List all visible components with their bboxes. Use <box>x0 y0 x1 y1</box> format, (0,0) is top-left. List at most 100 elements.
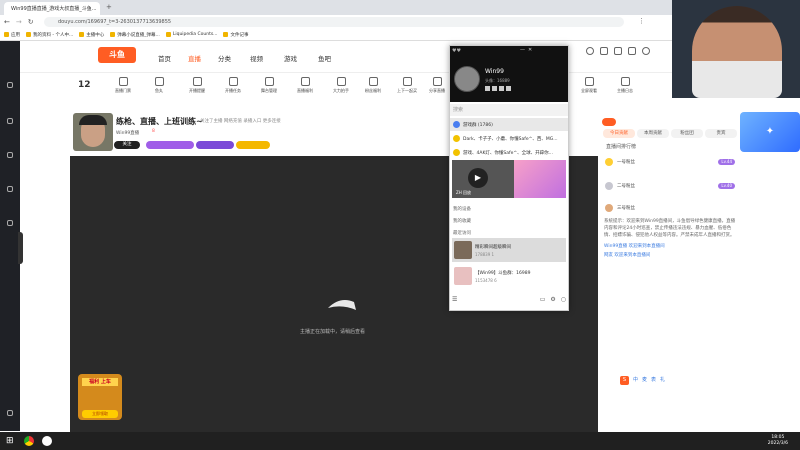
tab-vip[interactable]: 贵宾 <box>705 129 737 138</box>
bookmark-item[interactable]: 我的资料 - 个人中... <box>26 32 73 38</box>
rank-item[interactable]: 一号粉丝 Lv.44 <box>605 156 735 168</box>
close-icon[interactable]: ✕ <box>528 47 532 53</box>
app-icon[interactable] <box>506 86 511 91</box>
streamer-name[interactable]: Win99直播 <box>116 130 139 136</box>
settings-icon[interactable]: ⚙ <box>550 296 555 303</box>
menu-icon[interactable]: ☰ <box>452 296 457 303</box>
star-icon <box>7 118 13 124</box>
qq-list-item[interactable]: Dark、卡子子、小蘑、你懂Safe^、西、MG... <box>450 132 568 145</box>
url-input[interactable]: douyu.com/169697_t=3-2630137713639855 <box>44 17 624 27</box>
chrome-icon[interactable] <box>23 436 34 446</box>
reload-icon[interactable]: ↻ <box>28 18 34 26</box>
tool-7[interactable]: 直播福利 <box>294 77 316 94</box>
qq-recent-item[interactable]: 【Win99】斗鱼群：16989 1153478 6 <box>452 264 566 288</box>
vip-badge-button[interactable] <box>236 141 270 149</box>
tool-9[interactable]: 粉丝福利 <box>362 77 384 94</box>
message-icon[interactable] <box>614 47 622 55</box>
mic-icon[interactable]: 麦 <box>642 376 647 385</box>
play-icon[interactable]: ▶ <box>468 168 488 188</box>
nav-live[interactable]: 直播 <box>188 53 201 63</box>
nav-game[interactable]: 游戏 <box>284 53 297 63</box>
tool-5[interactable]: 开播任务 <box>222 77 244 94</box>
qq-status-icons <box>485 86 511 91</box>
emoji-icon[interactable]: 表 <box>651 376 656 385</box>
new-tab-icon[interactable]: + <box>106 3 112 11</box>
browser-tab-active[interactable]: Win99直播直播_游戏大叔直播_斗鱼...✕ <box>4 2 100 15</box>
history-icon[interactable] <box>586 47 594 55</box>
bookmark-item[interactable]: 主播中心 <box>79 32 104 38</box>
bookmark-apps[interactable]: 应用 <box>4 32 20 38</box>
app-icon[interactable] <box>492 86 497 91</box>
tool-6[interactable]: 舞台管理 <box>258 77 280 94</box>
tab-today[interactable]: 今日贡献 <box>603 129 635 138</box>
app-icon[interactable] <box>41 436 52 446</box>
sidebar-item-game[interactable] <box>2 179 18 199</box>
qq-list-item[interactable]: 游戏、4AK灯、你懂Safe^、全球、开辟你... <box>450 146 568 159</box>
promo-card[interactable]: 福利 上车 立即领取 <box>78 374 122 420</box>
bulb-icon[interactable] <box>642 47 650 55</box>
app-icon[interactable] <box>499 86 504 91</box>
qq-video-preview[interactable]: ▶ ZH 回放 <box>452 160 566 198</box>
live-badge-button[interactable] <box>196 141 234 149</box>
sidebar-item-video[interactable] <box>2 145 18 165</box>
app-icon[interactable] <box>485 86 490 91</box>
crown-icon <box>605 182 613 190</box>
chat-message: Win99直播 欢迎来到本直播间 <box>604 244 665 249</box>
qq-recent-item[interactable]: 精彩瞬间超级瞬间 178839 1 <box>452 238 566 262</box>
bookmark-item[interactable]: Liquipedia Counts... <box>165 32 217 37</box>
rank-title: 直播间排行榜 <box>606 144 637 150</box>
tool-11[interactable]: 分享直播 <box>426 77 448 94</box>
nav-category[interactable]: 分类 <box>218 53 231 63</box>
event-banner[interactable]: ✦ <box>740 112 800 152</box>
tool-2[interactable]: 直播门票 <box>112 77 134 94</box>
rank-item[interactable]: 三号粉丝 <box>605 202 735 214</box>
sidebar-collapse-handle[interactable] <box>18 232 23 264</box>
apps-icon <box>4 32 9 37</box>
tool-8[interactable]: 大力拍手 <box>330 77 352 94</box>
follow-icon[interactable] <box>600 47 608 55</box>
nav-video[interactable]: 视频 <box>250 53 263 63</box>
rank-item[interactable]: 二号粉丝 Lv.40 <box>605 180 735 192</box>
tool-3[interactable]: 鱼丸 <box>148 77 170 94</box>
tab-week[interactable]: 本周贡献 <box>637 129 669 138</box>
follow-button[interactable]: 关注 <box>114 141 140 149</box>
sidebar-item-match[interactable] <box>2 213 18 233</box>
douyu-logo[interactable]: 斗鱼 <box>98 47 136 63</box>
gift-badge-button[interactable] <box>146 141 194 149</box>
streamer-avatar[interactable] <box>73 113 113 151</box>
search-icon[interactable]: ○ <box>561 296 566 303</box>
tool-4[interactable]: 开播提醒 <box>186 77 208 94</box>
taskbar-clock[interactable]: 18:05 2022/3/6 <box>768 435 788 447</box>
tool-12[interactable]: 全屏观看 <box>578 77 600 94</box>
sogou-icon[interactable]: S <box>620 376 629 385</box>
sidebar-item-app[interactable] <box>2 403 18 423</box>
forward-icon[interactable]: → <box>16 18 22 26</box>
chat-list: 系统提示：欢迎来到Win99直播间，斗鱼倡导绿色健康直播，直播内容和评论24小时… <box>604 218 738 259</box>
qq-avatar[interactable] <box>454 66 480 92</box>
windows-start-icon[interactable]: ⊞ <box>6 436 14 446</box>
qq-list-item[interactable]: 游戏群 (1786) <box>450 118 568 131</box>
tab-label: Win99直播直播_游戏大叔直播_斗鱼... <box>11 6 97 12</box>
crown-icon <box>605 158 613 166</box>
tool-10[interactable]: 上下一起买 <box>396 77 418 94</box>
ime-icon[interactable]: 中 <box>633 376 638 385</box>
bookmark-item[interactable]: 弹幕小说直播_弹幕... <box>110 32 160 38</box>
browser-menu-icon[interactable]: ⋮ <box>638 17 645 25</box>
qq-search-input[interactable]: 搜索 <box>450 104 568 116</box>
bookmark-item[interactable]: 文件记事 <box>223 32 248 38</box>
task-icon[interactable] <box>628 47 636 55</box>
qq-nickname: Win99 <box>485 68 504 75</box>
nav-fishbar[interactable]: 鱼吧 <box>318 53 331 63</box>
sidebar-item-follow[interactable] <box>2 75 18 95</box>
minimize-icon[interactable]: — <box>520 47 525 53</box>
sidebar-item-recommend[interactable] <box>2 111 18 131</box>
video-icon[interactable]: ▭ <box>540 296 546 303</box>
tool-13[interactable]: 主播日志 <box>614 77 636 94</box>
tab-fans[interactable]: 粉丝团 <box>671 129 703 138</box>
gift-icon[interactable]: 礼 <box>660 376 665 385</box>
promo-claim-button[interactable]: 立即领取 <box>82 410 118 418</box>
nav-home[interactable]: 首页 <box>158 53 171 63</box>
back-icon[interactable]: ← <box>4 18 10 26</box>
rank-toggle[interactable] <box>602 118 616 126</box>
fullscreen-icon <box>584 77 594 86</box>
